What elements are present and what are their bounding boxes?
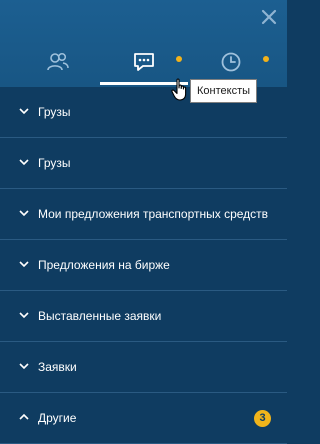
tab-contexts[interactable]: [129, 50, 159, 78]
section-my-vehicle-offers[interactable]: Мои предложения транспортных средств: [0, 189, 287, 240]
chat-icon: [132, 52, 156, 77]
notification-dot: [176, 56, 182, 62]
chevron-down-icon: [19, 363, 29, 370]
close-icon[interactable]: [260, 8, 278, 26]
chevron-down-icon: [19, 108, 29, 115]
section-label: Предложения на бирже: [38, 258, 170, 272]
chevron-up-icon: [19, 413, 29, 420]
section-label: Другие: [38, 411, 77, 425]
section-placed-requests[interactable]: Выставленные заявки: [0, 291, 287, 342]
users-icon: [46, 51, 70, 78]
tab-history[interactable]: [216, 50, 246, 78]
section-label: Выставленные заявки: [38, 309, 162, 323]
chevron-down-icon: [19, 312, 29, 319]
clock-icon: [220, 51, 242, 78]
section-label: Грузы: [38, 156, 71, 170]
notification-dot: [263, 56, 269, 62]
side-panel: Грузы Грузы Мои предложения транспортных…: [0, 0, 287, 444]
hand-cursor-icon: [171, 78, 189, 107]
tab-contacts[interactable]: [43, 50, 73, 78]
chevron-down-icon: [19, 261, 29, 268]
section-label: Мои предложения транспортных средств: [38, 207, 269, 221]
section-label: Заявки: [38, 360, 77, 374]
section-label: Грузы: [38, 105, 71, 119]
tooltip: Контексты: [190, 79, 258, 103]
sections-list: Грузы Грузы Мои предложения транспортных…: [0, 87, 287, 444]
section-requests[interactable]: Заявки: [0, 342, 287, 393]
count-badge: 3: [254, 409, 271, 427]
section-cargo-2[interactable]: Грузы: [0, 138, 287, 189]
chevron-down-icon: [19, 210, 29, 217]
section-exchange-offers[interactable]: Предложения на бирже: [0, 240, 287, 291]
chevron-down-icon: [19, 159, 29, 166]
panel-header: [0, 0, 287, 87]
section-other[interactable]: Другие 3: [0, 393, 287, 444]
